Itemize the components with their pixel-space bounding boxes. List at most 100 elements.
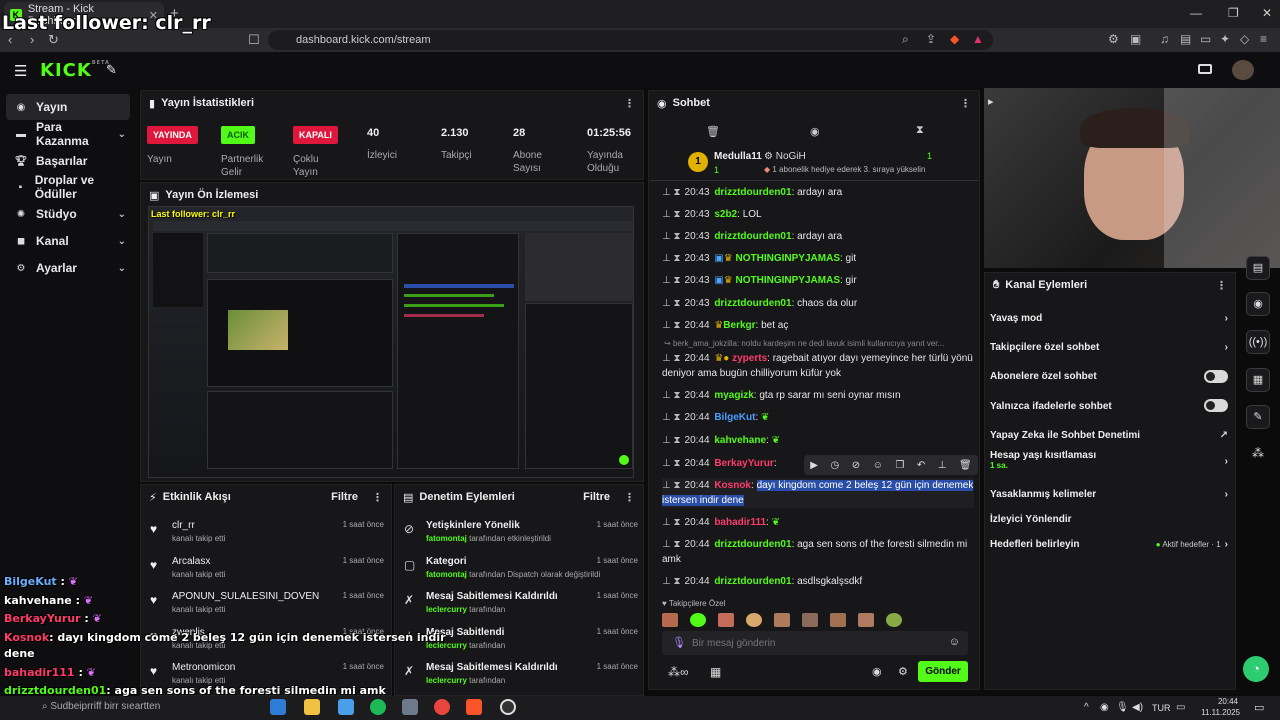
pin-icon[interactable]: ⊥ ⧗ [662, 231, 681, 242]
file-explorer-icon[interactable] [304, 699, 320, 715]
emote-icon[interactable] [830, 613, 846, 627]
message-user[interactable]: drizztdourden01 [714, 576, 791, 587]
chrome-icon[interactable] [434, 699, 450, 715]
dashboard-rail-icon[interactable]: ▦ [1246, 368, 1270, 392]
sidebar-item-kanal[interactable]: ◼ Kanal ⌄ [6, 228, 130, 254]
chat-settings-bubble-icon[interactable]: ◉ [872, 665, 882, 678]
pin-icon[interactable]: ⊥ ⧗ [662, 390, 681, 401]
emote-icon[interactable]: ☺ [873, 460, 883, 471]
chat-message[interactable]: ⊥ ⧗ 20:44 drizztdourden01: aga sen sons o… [662, 537, 974, 567]
message-user[interactable]: myagizk [714, 390, 753, 401]
chat-message[interactable]: ⊥ ⧗ 20:43 s2b2: LOL [662, 207, 974, 222]
more-options-icon[interactable]: ⋮ [372, 491, 383, 504]
leo-icon[interactable]: ✦ [1220, 32, 1230, 46]
vpn-icon[interactable]: ◇ [1240, 32, 1249, 46]
brave-shield-icon[interactable]: ◆ [950, 32, 959, 46]
pin-icon[interactable]: ⊥ ⧗ [662, 480, 681, 491]
pin-icon[interactable]: ⊥ ⧗ [662, 576, 681, 587]
subscribers-chat-toggle[interactable] [1204, 370, 1228, 383]
chat-message[interactable]: ⊥ ⧗ 20:44 bahadir111: ❦ [662, 515, 974, 530]
chat-message[interactable]: ⊥ ⧗ 20:44 kahvehane: ❦ [662, 433, 974, 448]
sidebar-item-studyo[interactable]: ✺ Stüdyo ⌄ [6, 201, 130, 227]
delete-icon[interactable]: 🗑︎ [959, 460, 972, 471]
send-button[interactable]: Gönder [918, 661, 968, 682]
pin-icon[interactable]: ⊥ ⧗ [662, 412, 681, 423]
emote-icon[interactable] [662, 613, 678, 627]
top-gifter-name[interactable]: Medulla11 [714, 151, 762, 162]
play-icon[interactable]: ▶ [810, 460, 818, 471]
obs-icon[interactable] [500, 699, 516, 715]
menu-icon[interactable]: ≡ [1260, 32, 1267, 46]
url-field[interactable]: dashboard.kick.com/stream [268, 30, 993, 50]
timeout-icon[interactable]: ◷ [830, 460, 839, 471]
sidebar-item-basarilar[interactable]: 🏆︎ Başarılar [6, 148, 130, 174]
pin-icon[interactable]: ⊥ ⧗ [662, 353, 681, 364]
pin-icon[interactable]: ⊥ ⧗ [662, 275, 681, 286]
message-user[interactable]: NOTHINGINPYJAMAS [736, 253, 840, 264]
edge-icon[interactable] [270, 699, 286, 715]
bookmark-icon[interactable]: ☐ [248, 32, 260, 48]
tray-chevron-icon[interactable]: ^ [1084, 702, 1089, 713]
notes-icon[interactable]: ▤ [1246, 256, 1270, 280]
brave-icon[interactable] [466, 699, 482, 715]
filter-button[interactable]: Filtre [331, 491, 358, 503]
network-icon[interactable]: ▭ [1176, 702, 1185, 713]
chat-message[interactable]: ⊥ ⧗ 20:44 BilgeKut: ❦ [662, 410, 974, 425]
pin-icon[interactable]: ⊥ ⧗ [662, 253, 681, 264]
account-age-item[interactable]: Hesap yaşı kısıtlaması 1 sa. › [990, 450, 1228, 478]
share-icon[interactable]: ⇪ [926, 32, 936, 46]
chat-input[interactable] [692, 634, 932, 652]
maximize-button[interactable]: ❐ [1228, 6, 1239, 20]
redirect-viewers-item[interactable]: İzleyici Yönlendir [990, 509, 1228, 529]
kick-logo[interactable]: KICKBETA [40, 60, 110, 81]
pin-icon[interactable]: ⊥ ⧗ [662, 539, 681, 550]
taskbar-time[interactable]: 20:44 [1212, 697, 1238, 706]
more-options-icon[interactable]: ⋮ [960, 97, 971, 110]
emote-icon[interactable] [774, 613, 790, 627]
emote-only-toggle[interactable] [1204, 399, 1228, 412]
pin-icon[interactable]: ⊥ ⧗ [662, 435, 681, 446]
chat-message[interactable]: ⊥ ⧗ 20:43 ▣♛ NOTHINGINPYJAMAS: git [662, 251, 974, 266]
message-user[interactable]: s2b2 [714, 209, 737, 220]
sidebar-item-para-kazanma[interactable]: ▬ Para Kazanma ⌄ [6, 120, 130, 148]
avatar[interactable] [1232, 60, 1254, 80]
emote-icon[interactable] [746, 613, 762, 627]
pin-icon[interactable]: ⊥ ⧗ [662, 320, 681, 331]
banned-words-item[interactable]: Yasaklanmış kelimeler › [990, 484, 1228, 504]
back-icon[interactable]: ‹ [8, 32, 12, 47]
screenshot-icon[interactable]: ▣ [1130, 32, 1141, 46]
hamburger-menu-icon[interactable]: ☰ [14, 62, 27, 80]
tool-icon[interactable]: ✎ [106, 62, 117, 78]
chat-message[interactable]: ⊥ ⧗ 20:43 drizztdourden01: ardayı ara [662, 185, 974, 200]
message-user[interactable]: BilgeKut [714, 412, 755, 423]
taskbar-search[interactable]: ⌕ Sudbeiprriff birr sıeartten [42, 701, 160, 712]
set-goals-item[interactable]: Hedefleri belirleyin ● Aktif hedefler · 1… [990, 534, 1228, 554]
support-fab-icon[interactable]: ◔ [1243, 656, 1269, 682]
tray-app-icon[interactable]: ◉ [1100, 702, 1109, 713]
message-user[interactable]: drizztdourden01 [714, 231, 791, 242]
message-user[interactable]: drizztdourden01 [714, 187, 791, 198]
followers-chat-item[interactable]: Takipçilere özel sohbet › [990, 337, 1228, 357]
emote-icon[interactable] [886, 613, 902, 627]
chat-message[interactable]: ⊥ ⧗ 20:43 ▣♛ NOTHINGINPYJAMAS: gir [662, 273, 974, 288]
message-user[interactable]: drizztdourden01 [714, 539, 791, 550]
broadcast-rail-icon[interactable]: ((•)) [1246, 330, 1270, 354]
message-user[interactable]: zyperts [732, 353, 767, 364]
filter-button[interactable]: Filtre [583, 491, 610, 503]
message-user[interactable]: drizztdourden01 [714, 298, 791, 309]
emote-icon[interactable] [802, 613, 818, 627]
emote-icon[interactable] [858, 613, 874, 627]
store-icon[interactable]: ▦ [710, 665, 721, 679]
mute-icon[interactable]: ⊘ [852, 460, 860, 471]
pin-icon[interactable]: ⊥ ⧗ [662, 209, 681, 220]
more-rail-icon[interactable]: ⁂ [1252, 446, 1264, 460]
brave-rewards-icon[interactable]: ▲ [972, 32, 984, 46]
more-options-icon[interactable]: ⋮ [1216, 279, 1227, 292]
emoji-icon[interactable]: ☺ [949, 636, 960, 648]
second-gifter[interactable]: ⚙ NoGiH [764, 151, 806, 162]
notification-icon[interactable]: ▭ [1254, 701, 1264, 714]
mod-view-icon[interactable] [1198, 64, 1212, 74]
message-user[interactable]: BerkayYurur [714, 458, 773, 469]
calculator-icon[interactable] [402, 699, 418, 715]
sidebar-item-droplar[interactable]: ▪ Droplar ve Ödüller [6, 173, 130, 201]
